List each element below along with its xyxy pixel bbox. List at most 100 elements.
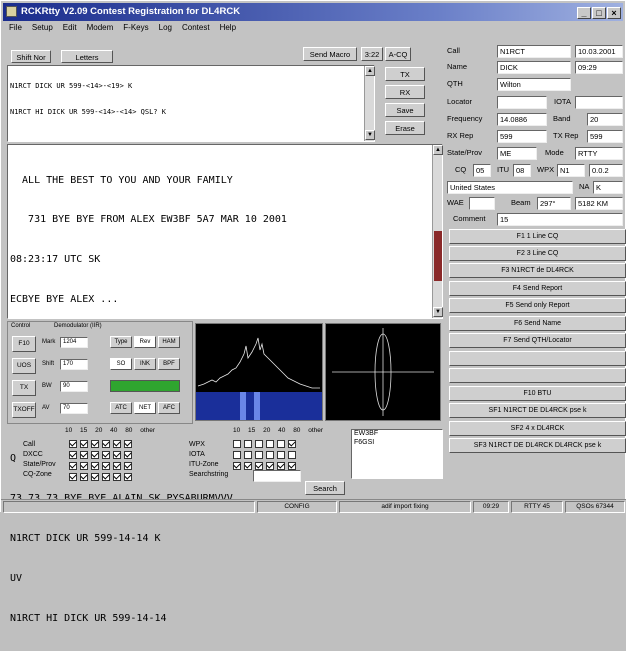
txrep-field[interactable]: 599 bbox=[587, 130, 623, 143]
time-field[interactable]: 09:29 bbox=[575, 61, 623, 74]
checkbox[interactable] bbox=[255, 462, 263, 470]
tx-button[interactable]: TX bbox=[385, 67, 425, 81]
comment-field[interactable]: 15 bbox=[497, 213, 623, 226]
locator-field[interactable] bbox=[497, 96, 547, 109]
checkbox[interactable] bbox=[124, 462, 132, 470]
menu-contest[interactable]: Contest bbox=[182, 23, 210, 32]
minimize-icon[interactable]: _ bbox=[577, 7, 591, 19]
spectrum-display[interactable] bbox=[195, 323, 323, 421]
checkbox[interactable] bbox=[80, 462, 88, 470]
wae-field[interactable] bbox=[469, 197, 495, 210]
macro-f7-button[interactable]: F7 Send QTH/Locator bbox=[449, 333, 626, 348]
bw-select[interactable]: 90 bbox=[60, 381, 88, 392]
list-item[interactable]: F6GSI bbox=[354, 439, 374, 446]
send-macro-button[interactable]: Send Macro bbox=[303, 47, 357, 61]
menu-edit[interactable]: Edit bbox=[63, 23, 77, 32]
checkbox[interactable] bbox=[69, 451, 77, 459]
checkbox[interactable] bbox=[233, 462, 241, 470]
cq-field[interactable]: 05 bbox=[473, 164, 491, 177]
checkbox[interactable] bbox=[266, 462, 274, 470]
scroll-down-icon[interactable]: ▼ bbox=[433, 307, 443, 317]
checkbox[interactable] bbox=[91, 440, 99, 448]
bpf-button[interactable]: BPF bbox=[158, 358, 180, 370]
menu-log[interactable]: Log bbox=[159, 23, 172, 32]
mark-select[interactable]: 1204 bbox=[60, 337, 88, 348]
tx-scrollbar[interactable]: ▲ ▼ bbox=[364, 66, 375, 141]
menu-setup[interactable]: Setup bbox=[32, 23, 53, 32]
state-field[interactable]: ME bbox=[497, 147, 537, 160]
checkbox[interactable] bbox=[69, 462, 77, 470]
afc-button[interactable]: AFC bbox=[158, 402, 180, 414]
itu-field[interactable]: 08 bbox=[513, 164, 531, 177]
checkbox[interactable] bbox=[244, 440, 252, 448]
macro-sf3-button[interactable]: SF3 N1RCT DE DL4RCK DL4RCK pse k bbox=[449, 438, 626, 453]
checkbox[interactable] bbox=[69, 440, 77, 448]
checkbox[interactable] bbox=[266, 440, 274, 448]
macro-sf2-button[interactable]: SF2 4 x DL4RCK bbox=[449, 421, 626, 436]
checkbox[interactable] bbox=[277, 462, 285, 470]
menu-fkeys[interactable]: F-Keys bbox=[123, 23, 148, 32]
ham-button[interactable]: HAM bbox=[158, 336, 180, 348]
save-button[interactable]: Save bbox=[385, 103, 425, 117]
atc-button[interactable]: ATC bbox=[110, 402, 132, 414]
wpx2-field[interactable]: 0.0.2 bbox=[589, 164, 623, 177]
txoff-button[interactable]: TXOFF bbox=[12, 402, 36, 418]
checkbox[interactable] bbox=[102, 451, 110, 459]
distance-field[interactable]: 5182 KM bbox=[575, 197, 623, 210]
shift-nor-button[interactable]: Shift Nor bbox=[11, 50, 51, 63]
scroll-up-icon[interactable]: ▲ bbox=[433, 145, 443, 155]
macro-f3-button[interactable]: F3 N1RCT de DL4RCK bbox=[449, 263, 626, 278]
checkbox[interactable] bbox=[113, 473, 121, 481]
tx-text-area[interactable]: N1RCT DICK UR 599-<14>-<19> K N1RCT HI D… bbox=[7, 65, 375, 142]
checkbox[interactable] bbox=[113, 440, 121, 448]
checkbox[interactable] bbox=[255, 451, 263, 459]
band-select[interactable]: 20 bbox=[587, 113, 623, 126]
name-field[interactable]: DICK bbox=[497, 61, 571, 74]
uos-button[interactable]: UOS bbox=[12, 358, 36, 374]
av-select[interactable]: 70 bbox=[60, 403, 88, 414]
checkbox[interactable] bbox=[80, 473, 88, 481]
country-field[interactable]: United States bbox=[447, 181, 573, 194]
checkbox[interactable] bbox=[288, 451, 296, 459]
checkbox[interactable] bbox=[113, 462, 121, 470]
macro-f9-button[interactable] bbox=[449, 368, 626, 383]
macro-sf1-button[interactable]: SF1 N1RCT DE DL4RCK pse k bbox=[449, 403, 626, 418]
net-button[interactable]: NET bbox=[134, 402, 156, 414]
qth-field[interactable]: Wilton bbox=[497, 78, 571, 91]
checkbox[interactable] bbox=[233, 451, 241, 459]
frequency-field[interactable]: 14.0886 bbox=[497, 113, 547, 126]
call-list[interactable]: EW3BF F6GSI bbox=[351, 429, 443, 479]
rev-button[interactable]: Rev bbox=[134, 336, 156, 348]
macro-f4-button[interactable]: F4 Send Report bbox=[449, 281, 626, 296]
date-field[interactable]: 10.03.2001 bbox=[575, 45, 623, 58]
checkbox[interactable] bbox=[233, 440, 241, 448]
checkbox[interactable] bbox=[124, 440, 132, 448]
continent-field[interactable]: K bbox=[593, 181, 623, 194]
macro-f2-button[interactable]: F2 3 Line CQ bbox=[449, 246, 626, 261]
call-field[interactable]: N1RCT bbox=[497, 45, 571, 58]
shift-select[interactable]: 170 bbox=[60, 359, 88, 370]
checkbox[interactable] bbox=[80, 451, 88, 459]
letters-button[interactable]: Letters bbox=[61, 50, 113, 63]
scroll-down-icon[interactable]: ▼ bbox=[365, 130, 375, 140]
macro-f1-button[interactable]: F1 1 Line CQ bbox=[449, 229, 626, 244]
maximize-icon[interactable]: □ bbox=[592, 7, 606, 19]
checkbox[interactable] bbox=[91, 473, 99, 481]
search-input[interactable] bbox=[253, 470, 301, 482]
scroll-up-icon[interactable]: ▲ bbox=[365, 66, 375, 76]
macro-f6-button[interactable]: F6 Send Name bbox=[449, 316, 626, 331]
checkbox[interactable] bbox=[102, 473, 110, 481]
checkbox[interactable] bbox=[124, 473, 132, 481]
checkbox[interactable] bbox=[69, 473, 77, 481]
checkbox[interactable] bbox=[102, 462, 110, 470]
checkbox[interactable] bbox=[277, 440, 285, 448]
checkbox[interactable] bbox=[244, 451, 252, 459]
f10-button[interactable]: F10 bbox=[12, 336, 36, 352]
tx-mode-button[interactable]: TX bbox=[12, 380, 36, 396]
checkbox[interactable] bbox=[288, 462, 296, 470]
macro-f5-button[interactable]: F5 Send only Report bbox=[449, 298, 626, 313]
rx-button[interactable]: RX bbox=[385, 85, 425, 99]
rx-text-area[interactable]: ALL THE BEST TO YOU AND YOUR FAMILY 731 … bbox=[7, 144, 443, 624]
auto-cq-button[interactable]: A-CQ bbox=[385, 47, 411, 61]
beam-field[interactable]: 297° bbox=[537, 197, 571, 210]
